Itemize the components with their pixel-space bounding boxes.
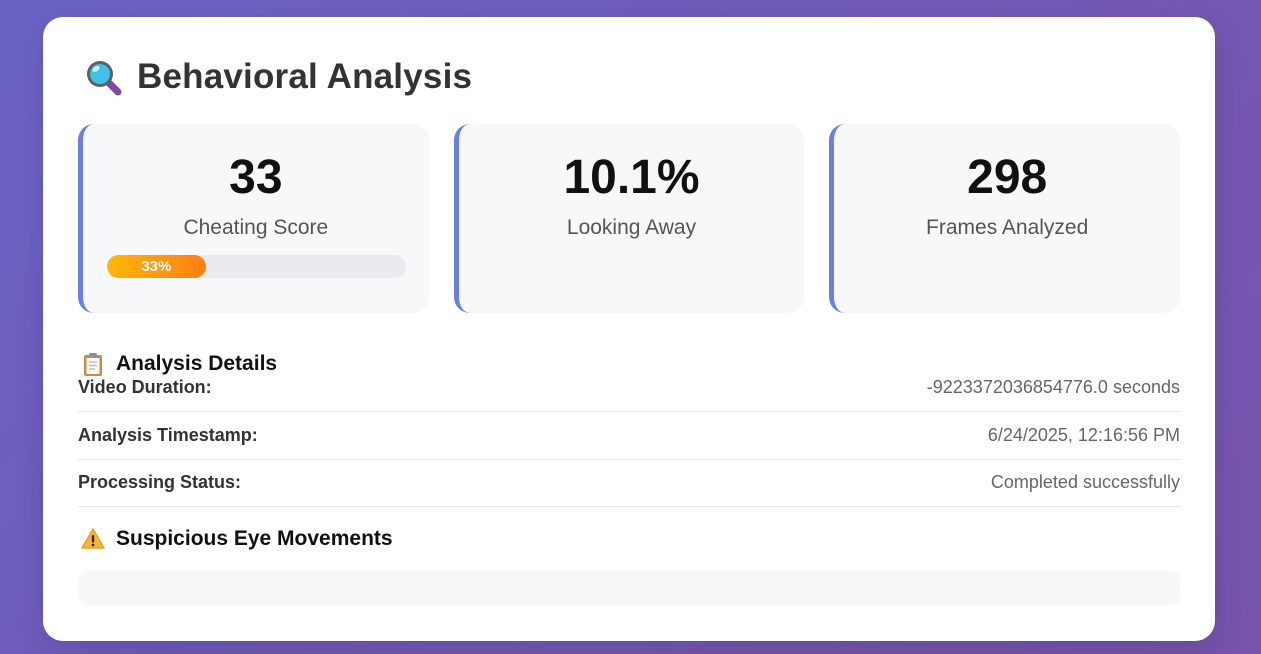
stat-card-frames-analyzed: 298 Frames Analyzed — [829, 124, 1181, 313]
cheating-score-progress: 33% — [107, 255, 406, 278]
detail-key: Video Duration: — [78, 377, 212, 397]
looking-away-label: Looking Away — [566, 216, 697, 239]
frames-analyzed-label: Frames Analyzed — [926, 216, 1089, 239]
detail-key: Analysis Timestamp: — [78, 424, 258, 445]
page-heading: Behavioral Analysis — [83, 57, 472, 97]
looking-away-value: 10.1% — [563, 151, 700, 204]
detail-row-processing-status: Processing Status: Completed successfull… — [78, 460, 1180, 507]
detail-row-video-duration: Video Duration: -9223372036854776.0 seco… — [78, 364, 1180, 412]
stat-card-looking-away: 10.1% Looking Away — [453, 124, 805, 313]
suspicious-movements-list — [78, 570, 1180, 606]
page-title: Behavioral Analysis — [137, 57, 473, 96]
suspicious-movements-title: Suspicious Eye Movements — [116, 527, 393, 550]
cheating-score-value: 33 — [229, 151, 283, 204]
detail-row-analysis-timestamp: Analysis Timestamp: 6/24/2025, 12:16:56 … — [78, 412, 1180, 460]
cheating-score-progress-fill: 33% — [107, 255, 206, 278]
detail-value: Completed successfully — [990, 472, 1180, 493]
analysis-card: Behavioral Analysis 33 Cheating Score 33… — [43, 17, 1215, 641]
analysis-details-list: Video Duration: -9223372036854776.0 seco… — [78, 377, 1180, 507]
cheating-score-progress-label: 33% — [141, 258, 172, 275]
warning-icon — [80, 526, 106, 552]
detail-value: -9223372036854776.0 seconds — [926, 377, 1180, 397]
detail-key: Processing Status: — [78, 472, 242, 493]
suspicious-movements-heading: Suspicious Eye Movements — [80, 526, 393, 552]
cheating-score-label: Cheating Score — [183, 216, 329, 239]
magnifying-glass-icon — [83, 57, 123, 97]
stats-row: 33 Cheating Score 33% 10.1% Looking Away… — [78, 124, 1181, 313]
stat-card-cheating-score: 33 Cheating Score 33% — [78, 124, 429, 313]
detail-value: 6/24/2025, 12:16:56 PM — [987, 424, 1180, 445]
frames-analyzed-value: 298 — [967, 151, 1048, 204]
